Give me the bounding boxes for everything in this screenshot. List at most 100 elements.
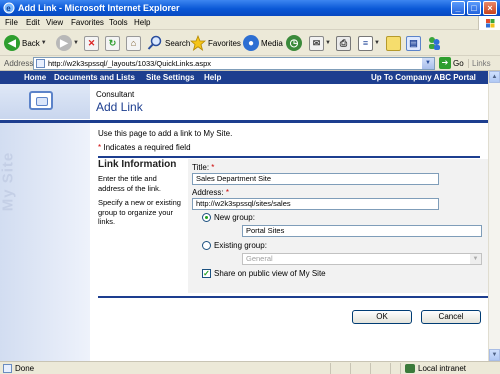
edit-page-icon: ≡	[358, 35, 373, 51]
ok-button[interactable]: OK	[352, 310, 412, 324]
left-panel: My Site	[0, 123, 90, 361]
site-logo-icon	[29, 91, 53, 110]
menu-edit[interactable]: Edit	[26, 18, 40, 28]
messenger-icon	[429, 37, 440, 50]
top-navigation: Home Documents and Lists Site Settings H…	[0, 71, 488, 84]
chevron-down-icon: ▼	[40, 40, 47, 46]
chevron-down-icon: ▼	[73, 40, 79, 46]
nav-help[interactable]: Help	[204, 73, 221, 82]
windows-flag-icon	[478, 16, 500, 30]
title-label: Title: *	[192, 163, 214, 172]
home-icon: ⌂	[126, 35, 141, 51]
address-bar: Address http://w2k3spssql/_layouts/1033/…	[0, 56, 500, 71]
section-description-group: Specify a new or existing group to organ…	[98, 198, 181, 226]
chevron-down-icon[interactable]: ▼	[422, 58, 434, 69]
intro-text: Use this page to add a link to My Site.	[98, 129, 233, 138]
favorites-label: Favorites	[208, 38, 241, 48]
cancel-button[interactable]: Cancel	[421, 310, 481, 324]
menu-tools[interactable]: Tools	[109, 18, 128, 28]
back-button[interactable]: ◀ Back ▼	[4, 34, 47, 52]
page-content: Home Documents and Lists Site Settings H…	[0, 71, 488, 361]
print-icon: ⎙	[336, 35, 351, 51]
minimize-button[interactable]: _	[451, 1, 465, 15]
required-star: *	[225, 188, 229, 197]
svg-text:e: e	[6, 4, 11, 13]
favorites-button[interactable]: Favorites	[190, 34, 241, 52]
status-divider	[330, 363, 331, 374]
stop-button[interactable]: ✕	[84, 34, 99, 52]
mail-button[interactable]: ✉ ▼	[309, 34, 331, 52]
discuss-button[interactable]	[386, 34, 401, 52]
new-group-input[interactable]: Portal Sites	[242, 225, 482, 237]
scroll-down-arrow-icon[interactable]: ▼	[489, 349, 500, 361]
chevron-down-icon: ▼	[470, 254, 481, 264]
status-bar: Done Local intranet	[0, 361, 500, 374]
scroll-up-arrow-icon[interactable]: ▲	[489, 71, 500, 83]
links-button[interactable]: Links	[468, 59, 491, 68]
security-zone: Local intranet	[418, 364, 467, 373]
home-button[interactable]: ⌂	[126, 34, 141, 52]
research-button[interactable]: ▤	[406, 34, 421, 52]
nav-up-to-portal[interactable]: Up To Company ABC Portal	[371, 73, 476, 82]
media-button[interactable]: ● Media	[243, 34, 283, 52]
existing-group-label: Existing group:	[214, 241, 267, 250]
section-title: Link Information	[98, 159, 177, 170]
edit-button[interactable]: ≡ ▼	[358, 34, 380, 52]
page-header: Consultant Add Link	[0, 84, 488, 119]
maximize-button[interactable]: □	[467, 1, 481, 15]
required-note-text: Indicates a required field	[101, 143, 191, 152]
site-name[interactable]: Consultant	[96, 90, 134, 99]
title-label-text: Title:	[192, 163, 210, 172]
refresh-button[interactable]: ↻	[105, 34, 120, 52]
nav-home[interactable]: Home	[24, 73, 46, 82]
search-button[interactable]: Search	[147, 34, 190, 52]
share-label: Share on public view of My Site	[214, 269, 326, 278]
close-window-button[interactable]: ×	[483, 1, 497, 15]
go-arrow-icon: ➔	[439, 57, 451, 69]
media-icon: ●	[243, 35, 259, 51]
forward-button[interactable]: ▶ ▼	[56, 34, 79, 52]
menu-file[interactable]: File	[5, 18, 18, 28]
address-url[interactable]: http://w2k3spssql/_layouts/1033/QuickLin…	[48, 59, 211, 69]
forward-arrow-icon: ▶	[56, 35, 72, 51]
address-field-label-text: Address:	[192, 188, 224, 197]
go-label: Go	[453, 58, 464, 68]
chevron-down-icon: ▼	[374, 40, 380, 46]
menu-favorites[interactable]: Favorites	[71, 18, 104, 28]
address-label: Address	[4, 59, 34, 68]
required-star: *	[211, 163, 215, 172]
browser-toolbar: ◀ Back ▼ ▶ ▼ ✕ ↻ ⌂ Search Favorites ● Me…	[0, 30, 500, 56]
history-button[interactable]: ◷	[286, 34, 302, 52]
existing-group-select[interactable]: General ▼	[242, 253, 482, 265]
local-intranet-icon	[405, 364, 415, 373]
discuss-icon	[386, 35, 401, 51]
address-field-input[interactable]: http://w2k3spssql/sites/sales	[192, 198, 439, 210]
window-title-bar: e Add Link - Microsoft Internet Explorer…	[0, 0, 500, 16]
vertical-scrollbar[interactable]: ▲ ▼	[488, 71, 500, 361]
nav-site-settings[interactable]: Site Settings	[146, 73, 194, 82]
site-logo-area	[0, 84, 90, 119]
back-label: Back	[22, 38, 40, 48]
go-button[interactable]: ➔ Go	[439, 57, 464, 69]
window-title: Add Link - Microsoft Internet Explorer	[18, 3, 180, 13]
menu-view[interactable]: View	[46, 18, 63, 28]
new-group-radio[interactable]	[202, 213, 211, 222]
page-icon	[36, 59, 45, 68]
menu-help[interactable]: Help	[134, 18, 150, 28]
address-field-label: Address: *	[192, 188, 229, 197]
messenger-button[interactable]	[426, 34, 442, 52]
nav-documents-and-lists[interactable]: Documents and Lists	[54, 73, 135, 82]
status-divider	[400, 363, 401, 374]
status-divider	[350, 363, 351, 374]
research-icon: ▤	[406, 35, 421, 51]
share-checkbox[interactable]: ✓	[202, 269, 211, 278]
internet-explorer-icon: e	[3, 2, 15, 14]
existing-group-radio[interactable]	[202, 241, 211, 250]
title-input[interactable]: Sales Department Site	[192, 173, 439, 185]
status-text: Done	[15, 364, 35, 373]
existing-group-value: General	[246, 254, 273, 263]
print-button[interactable]: ⎙	[336, 34, 351, 52]
address-input[interactable]: http://w2k3spssql/_layouts/1033/QuickLin…	[33, 57, 435, 70]
bottom-divider	[98, 296, 488, 298]
page-done-icon	[3, 364, 12, 373]
